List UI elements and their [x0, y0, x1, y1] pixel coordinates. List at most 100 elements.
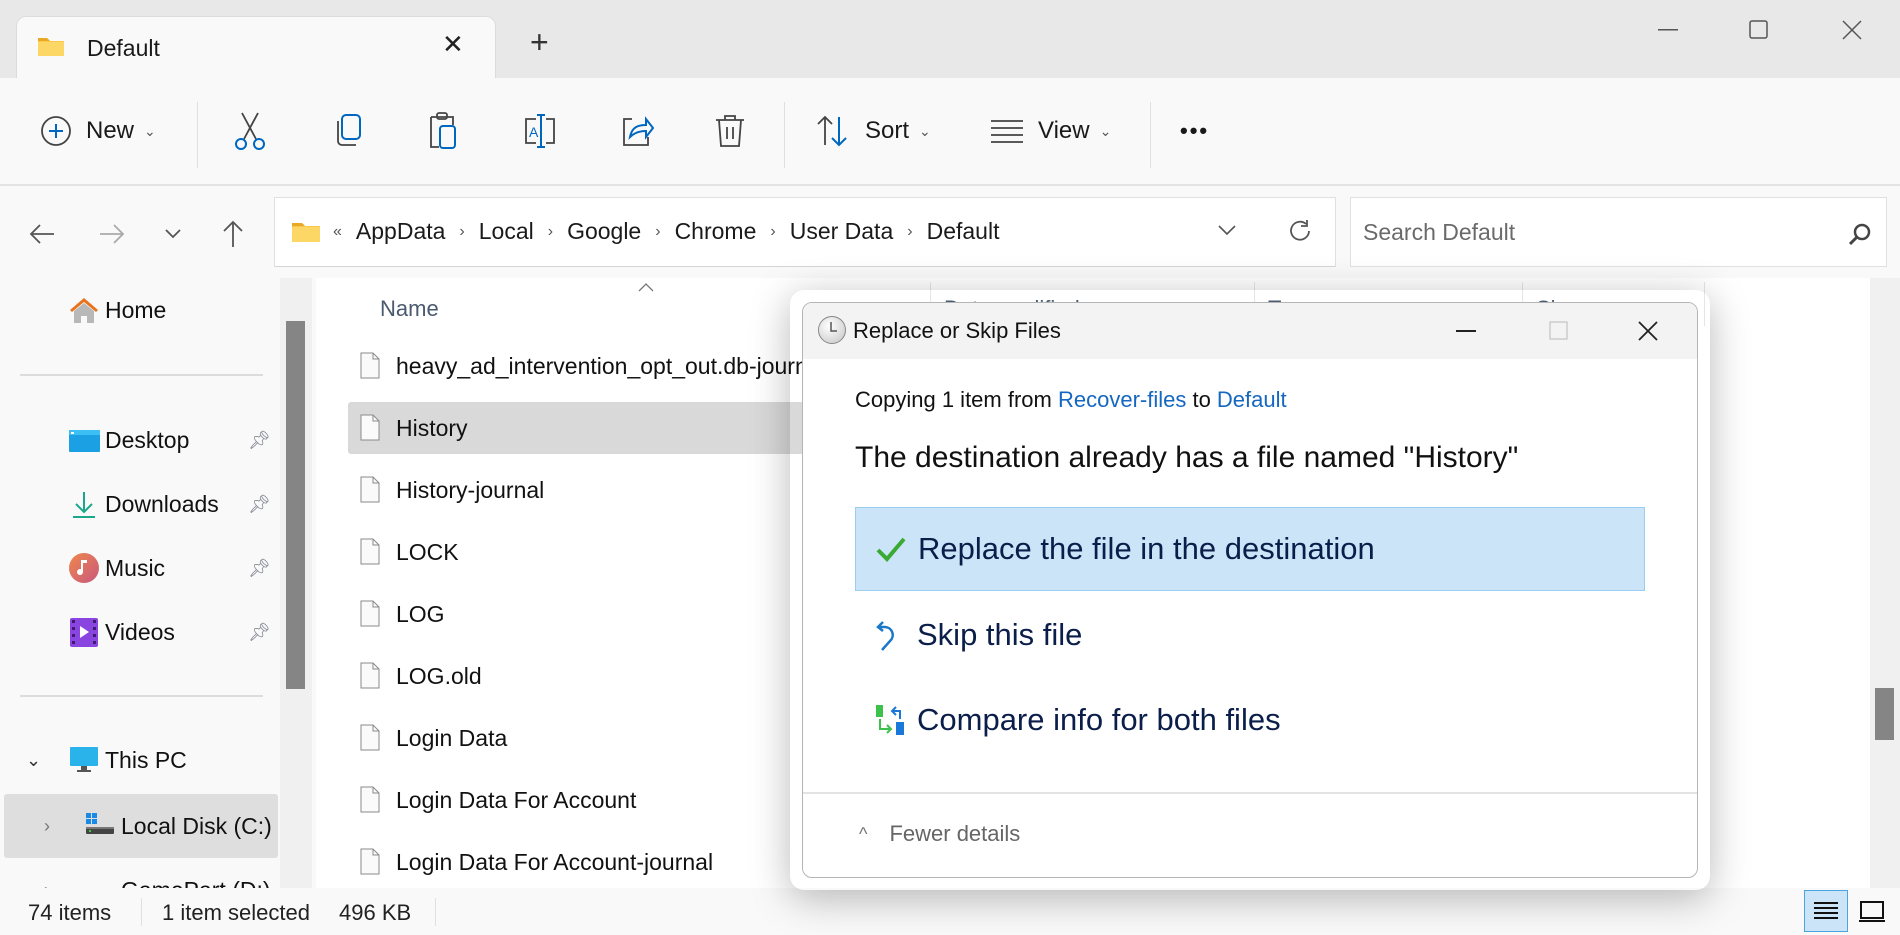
sidebar-item-local-disk-c[interactable]: › Local Disk (C:) — [4, 794, 278, 858]
crumb-separator[interactable]: › — [655, 223, 660, 241]
file-icon — [360, 476, 380, 503]
crumb-chrome[interactable]: Chrome — [675, 218, 757, 245]
crumb-user-data[interactable]: User Data — [790, 218, 894, 245]
status-bar: 74 items 1 item selected 496 KB — [0, 888, 1900, 935]
clock-icon — [818, 316, 846, 344]
cut-button[interactable] — [232, 106, 268, 156]
view-button[interactable]: View ⌄ — [990, 106, 1111, 156]
delete-icon — [716, 115, 744, 147]
file-icon — [360, 538, 380, 565]
minimize-button[interactable] — [1643, 10, 1693, 50]
pin-icon[interactable]: 📌︎ — [248, 430, 271, 451]
search-box[interactable] — [1350, 197, 1887, 267]
skip-option[interactable]: Skip this file — [855, 593, 1645, 677]
sidebar-label: Music — [105, 554, 166, 581]
dialog-minimize-button[interactable] — [1443, 311, 1489, 351]
details-view-button[interactable] — [1804, 890, 1848, 932]
file-list-scrollbar-thumb[interactable] — [1875, 688, 1894, 740]
file-list-scrollbar[interactable] — [1870, 278, 1900, 888]
maximize-button[interactable] — [1734, 10, 1784, 50]
tiles-view-icon — [1859, 901, 1885, 922]
column-header-name[interactable]: Name — [380, 296, 439, 322]
source-folder-link[interactable]: Recover-files — [1058, 387, 1186, 412]
sidebar-item-music[interactable]: Music 📌︎ — [0, 540, 278, 596]
sort-ascending-icon — [638, 283, 654, 292]
file-name: LOCK — [396, 538, 459, 565]
share-button[interactable] — [618, 106, 654, 156]
toolbar-divider — [1150, 102, 1151, 168]
sidebar-item-videos[interactable]: Videos 📌︎ — [0, 604, 278, 660]
dialog-title-bar[interactable]: Replace or Skip Files — [803, 303, 1697, 359]
chevron-down-icon — [165, 229, 181, 239]
refresh-button[interactable] — [1287, 218, 1313, 249]
file-icon — [360, 414, 380, 441]
up-button[interactable] — [213, 214, 253, 254]
file-icon — [360, 600, 380, 627]
more-options-button[interactable]: ••• — [1180, 106, 1209, 156]
sidebar-item-this-pc[interactable]: ⌄ This PC — [0, 732, 278, 788]
pin-icon[interactable]: 📌︎ — [248, 622, 271, 643]
sidebar-item-downloads[interactable]: Downloads 📌︎ — [0, 476, 278, 532]
rename-button[interactable]: A — [522, 106, 558, 156]
tab-close-icon[interactable]: ✕ — [442, 29, 464, 60]
address-history-dropdown[interactable] — [1217, 223, 1237, 241]
file-name: LOG.old — [396, 662, 482, 689]
copy-button[interactable] — [330, 106, 364, 156]
new-label: New — [86, 117, 135, 144]
crumb-separator[interactable]: › — [548, 223, 553, 241]
paste-button[interactable] — [425, 106, 459, 156]
chevron-right-icon[interactable]: › — [44, 816, 50, 837]
crumb-appdata[interactable]: AppData — [356, 218, 446, 245]
replace-option[interactable]: Replace the file in the destination — [855, 507, 1645, 591]
delete-button[interactable] — [713, 106, 747, 156]
fewer-details-button[interactable]: ^ Fewer details — [859, 821, 1020, 847]
address-bar[interactable]: « AppData › Local › Google › Chrome › User D… — [274, 197, 1336, 267]
details-view-icon — [1814, 902, 1838, 919]
file-name: History-journal — [396, 476, 545, 503]
chevron-right-icon[interactable]: › — [44, 880, 50, 889]
chevron-down-icon[interactable]: ⌄ — [26, 750, 41, 771]
large-icons-view-button[interactable] — [1850, 890, 1894, 932]
overflow-chevron[interactable]: « — [333, 223, 342, 241]
file-icon — [360, 352, 380, 379]
search-input[interactable] — [1363, 216, 1823, 248]
forward-button[interactable] — [92, 214, 132, 254]
crumb-separator[interactable]: › — [459, 223, 464, 241]
new-tab-button[interactable]: + — [530, 26, 549, 58]
destination-folder-link[interactable]: Default — [1217, 387, 1287, 412]
tab-default[interactable]: Default ✕ — [16, 16, 496, 78]
crumb-local[interactable]: Local — [479, 218, 534, 245]
sort-button[interactable]: Sort ⌄ — [815, 106, 931, 156]
status-divider — [141, 898, 142, 926]
sidebar-item-desktop[interactable]: Desktop 📌︎ — [0, 412, 278, 468]
sort-icon — [817, 115, 847, 147]
crumb-google[interactable]: Google — [567, 218, 641, 245]
check-icon — [876, 537, 906, 562]
command-bar: New ⌄ A Sort ⌄ View ⌄ ••• — [0, 78, 1900, 186]
back-button[interactable] — [22, 214, 62, 254]
svg-text:A: A — [529, 124, 539, 140]
pin-icon[interactable]: 📌︎ — [248, 494, 271, 515]
option-label: Replace the file in the destination — [918, 531, 1375, 566]
new-button[interactable]: New ⌄ — [40, 106, 156, 156]
close-icon — [1638, 321, 1658, 341]
sidebar-scrollbar-thumb[interactable] — [286, 321, 305, 689]
close-window-button[interactable] — [1827, 10, 1877, 50]
crumb-separator[interactable]: › — [907, 223, 912, 241]
sidebar-scrollbar[interactable] — [280, 278, 312, 888]
compare-option[interactable]: Compare info for both files — [855, 678, 1645, 762]
sidebar-item-home[interactable]: Home — [0, 282, 278, 338]
sidebar-item-gamepart-d[interactable]: › GamePart (D:) — [0, 862, 278, 889]
pin-icon[interactable]: 📌︎ — [248, 558, 271, 579]
copying-to: to — [1186, 387, 1217, 412]
sidebar-label: GamePart (D:) — [121, 877, 271, 889]
recent-locations-button[interactable] — [153, 214, 193, 254]
sidebar-label: Local Disk (C:) — [121, 812, 272, 839]
file-icon — [360, 786, 380, 813]
dialog-close-button[interactable] — [1625, 311, 1671, 351]
music-icon — [69, 553, 99, 583]
skip-icon — [876, 621, 894, 651]
crumb-default[interactable]: Default — [927, 218, 1000, 245]
search-icon[interactable] — [1848, 222, 1872, 246]
crumb-separator[interactable]: › — [770, 223, 775, 241]
